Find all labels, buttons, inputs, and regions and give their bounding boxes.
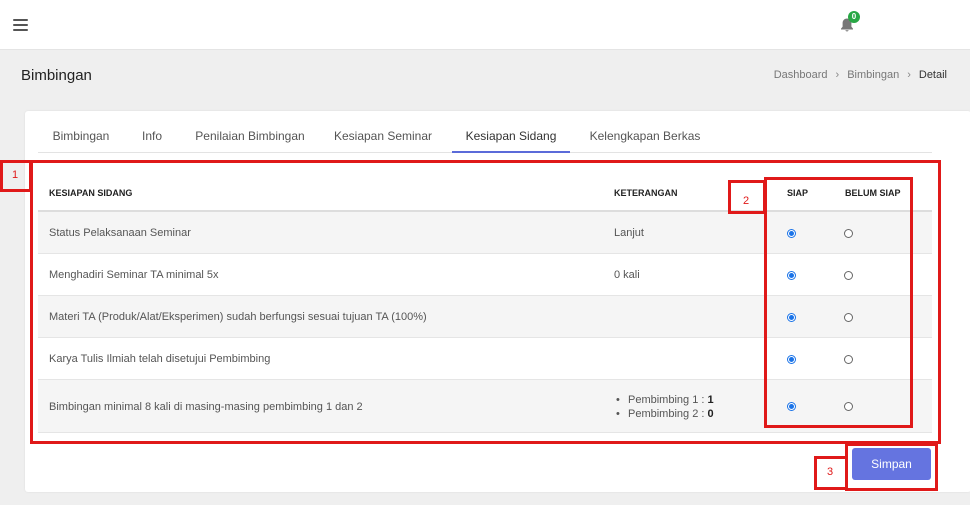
notification-badge: 0: [848, 11, 860, 23]
annotation-number-1: 1: [12, 169, 19, 181]
tab-bimbingan[interactable]: Bimbingan: [41, 120, 121, 153]
tab-penilaian-bimbingan[interactable]: Penilaian Bimbingan: [188, 120, 312, 153]
annotation-number-3: 3: [827, 466, 834, 478]
tab-kesiapan-sidang[interactable]: Kesiapan Sidang: [452, 120, 570, 153]
simpan-button[interactable]: Simpan: [852, 448, 931, 480]
breadcrumb-bimbingan[interactable]: Bimbingan: [847, 69, 899, 81]
tab-info[interactable]: Info: [131, 120, 173, 153]
breadcrumb-detail: Detail: [918, 69, 947, 81]
breadcrumb-dashboard[interactable]: Dashboard: [774, 69, 828, 81]
annotation-radio-box: [764, 177, 913, 428]
tab-bar: Bimbingan Info Penilaian Bimbingan Kesia…: [38, 120, 932, 153]
annotation-number-2: 2: [743, 195, 750, 207]
tab-kesiapan-seminar[interactable]: Kesiapan Seminar: [328, 120, 438, 153]
page-title: Bimbingan: [21, 67, 92, 84]
menu-icon[interactable]: [13, 19, 28, 31]
tab-kelengkapan-berkas[interactable]: Kelengkapan Berkas: [583, 120, 707, 153]
chevron-right-icon: ›: [907, 69, 911, 81]
breadcrumb: Dashboard › Bimbingan › Detail: [774, 69, 947, 81]
chevron-right-icon: ›: [835, 69, 840, 81]
top-bar: 0: [0, 0, 970, 50]
